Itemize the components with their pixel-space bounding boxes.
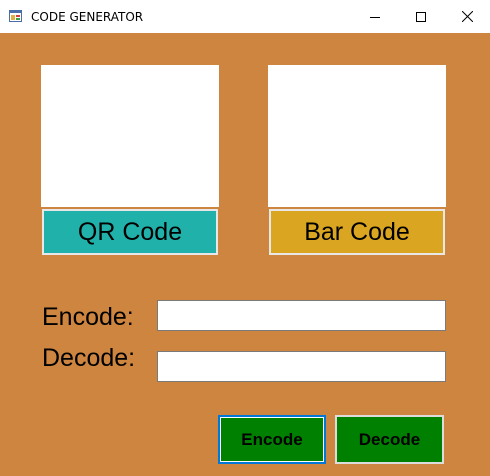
encode-input[interactable] (157, 300, 446, 331)
maximize-icon (416, 11, 426, 22)
encode-button[interactable]: Encode (218, 415, 326, 464)
decode-input[interactable] (157, 351, 446, 382)
decode-button[interactable]: Decode (335, 415, 444, 464)
qr-code-picture-box (41, 65, 219, 207)
maximize-button[interactable] (398, 0, 444, 33)
decode-label: Decode: (42, 344, 136, 372)
close-button[interactable] (444, 0, 490, 33)
qr-code-button[interactable]: QR Code (42, 209, 218, 255)
close-icon (461, 11, 473, 22)
form-client-area: QR Code Bar Code Encode: Decode: Encode … (0, 33, 490, 476)
minimize-button[interactable] (352, 0, 398, 33)
window-title: CODE GENERATOR (31, 10, 144, 24)
title-bar: CODE GENERATOR (0, 0, 490, 33)
app-icon (9, 10, 22, 22)
minimize-icon (370, 16, 380, 18)
bar-code-picture-box (268, 65, 446, 207)
bar-code-button[interactable]: Bar Code (269, 209, 445, 255)
encode-label: Encode: (42, 303, 134, 331)
